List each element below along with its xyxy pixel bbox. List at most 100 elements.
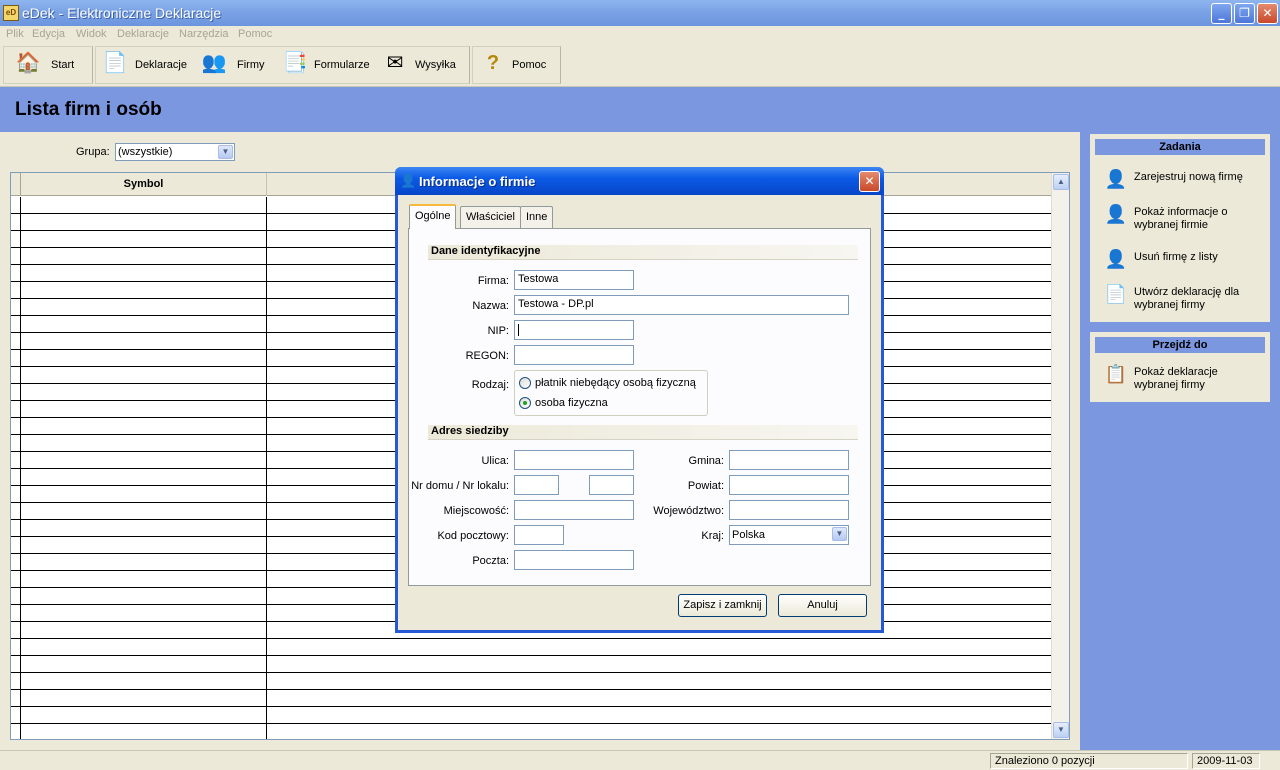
side-panel: Zadania 👤 Zarejestruj nową firmę 👤 Pokaż… xyxy=(1080,132,1280,750)
task-register-label: Zarejestruj nową firmę xyxy=(1134,171,1243,183)
tab-ogolne[interactable]: Ogólne xyxy=(409,204,457,229)
person-icon: 👤 xyxy=(400,173,417,188)
grupa-select[interactable]: (wszystkie) ▼ xyxy=(115,143,235,161)
close-window-button[interactable]: ✕ xyxy=(1257,3,1278,24)
radio-platnik-label[interactable]: płatnik niebędący osobą fizyczną xyxy=(535,377,696,389)
wojewodztwo-label: Województwo: xyxy=(653,505,724,517)
task-remove-label: Usuń firmę z listy xyxy=(1134,251,1218,263)
grupa-label: Grupa: xyxy=(76,146,110,158)
company-info-dialog: 👤 Informacje o firmie ✕ Ogólne Właścicie… xyxy=(395,167,884,633)
kraj-label: Kraj: xyxy=(701,530,724,542)
tasks-panel: Zadania 👤 Zarejestruj nową firmę 👤 Pokaż… xyxy=(1090,134,1270,322)
column-divider xyxy=(266,197,267,739)
wojewodztwo-field[interactable] xyxy=(729,500,849,520)
add-person-icon: 👤 xyxy=(1104,169,1128,189)
miejscowosc-field[interactable] xyxy=(514,500,634,520)
regon-field[interactable] xyxy=(514,345,634,365)
kod-label: Kod pocztowy: xyxy=(437,530,509,542)
tab-wlasciciel[interactable]: Właściciel xyxy=(460,206,521,228)
chevron-down-icon[interactable]: ▼ xyxy=(1053,722,1069,738)
status-date: 2009-11-03 xyxy=(1192,753,1260,769)
minimize-button[interactable]: _ xyxy=(1211,3,1232,24)
radio-circle[interactable] xyxy=(519,377,531,389)
chevron-up-icon[interactable]: ▲ xyxy=(1053,174,1069,190)
column-header-symbol[interactable]: Symbol xyxy=(21,173,267,196)
chevron-down-icon[interactable]: ▼ xyxy=(832,527,847,541)
cancel-button[interactable]: Anuluj xyxy=(778,594,867,617)
row-selector-divider xyxy=(20,197,21,739)
powiat-label: Powiat: xyxy=(687,480,724,492)
toolbar-start-label: Start xyxy=(51,59,75,71)
edit-person-icon: 👤 xyxy=(1104,204,1128,224)
toolbar-formularze-button[interactable]: 📑 Formularze xyxy=(282,50,372,78)
nr-label: Nr domu / Nr lokalu: xyxy=(411,480,509,492)
nazwa-field[interactable]: Testowa - DP.pl xyxy=(514,295,849,315)
menu-plik[interactable]: Plik xyxy=(6,28,24,40)
page-header: Lista firm i osób xyxy=(0,87,1280,132)
status-bar: Znaleziono 0 pozycji 2009-11-03 xyxy=(0,750,1280,770)
miejscowosc-label: Miejscowość: xyxy=(443,505,509,517)
ulica-label: Ulica: xyxy=(481,455,509,467)
rodzaj-label: Rodzaj: xyxy=(471,379,509,391)
menu-pomoc[interactable]: Pomoc xyxy=(238,28,272,40)
goto-panel: Przejdź do 📋 Pokaż deklaracje wybranej f… xyxy=(1090,332,1270,402)
kod-pocztowy-field[interactable] xyxy=(514,525,564,545)
nip-label: NIP: xyxy=(487,325,509,337)
nip-field[interactable] xyxy=(514,320,634,340)
gmina-field[interactable] xyxy=(729,450,849,470)
home-icon: 🏠 xyxy=(15,52,41,74)
tab-inne[interactable]: Inne xyxy=(520,206,554,228)
menu-edycja[interactable]: Edycja xyxy=(32,28,65,40)
save-and-close-button[interactable]: Zapisz i zamknij xyxy=(678,594,767,617)
poczta-field[interactable] xyxy=(514,550,634,570)
task-show-company-info[interactable]: 👤 Pokaż informacje o wybranej firmie xyxy=(1104,202,1264,232)
firma-field[interactable]: Testowa xyxy=(514,270,634,290)
people-icon: 👥 xyxy=(201,52,227,74)
kraj-select[interactable]: Polska ▼ xyxy=(729,525,849,545)
toolbar: 🏠 Start 📄 Deklaracje 👥 Firmy 📑 Formularz… xyxy=(0,44,1280,87)
dialog-title-bar: 👤 Informacje o firmie ✕ xyxy=(395,167,884,195)
dialog-close-button[interactable]: ✕ xyxy=(859,171,880,192)
document-list-icon: 📋 xyxy=(1104,364,1128,384)
remove-person-icon: 👤 xyxy=(1104,249,1128,269)
section-identification: Dane identyfikacyjne xyxy=(428,245,858,260)
grupa-select-value: (wszystkie) xyxy=(118,146,173,158)
radio-osoba-fizyczna-label[interactable]: osoba fizyczna xyxy=(535,397,608,409)
table-scrollbar[interactable]: ▲ ▼ xyxy=(1051,173,1069,739)
toolbar-start-button[interactable]: 🏠 Start xyxy=(15,50,85,78)
menu-narzedzia[interactable]: Narzędzia xyxy=(179,28,229,40)
ulica-field[interactable] xyxy=(514,450,634,470)
task-register-company[interactable]: 👤 Zarejestruj nową firmę xyxy=(1104,167,1264,195)
chevron-down-icon[interactable]: ▼ xyxy=(218,145,233,159)
rodzaj-radio-group: płatnik niebędący osobą fizyczną osoba f… xyxy=(514,370,708,416)
goto-show-declarations-label: Pokaż deklaracje wybranej firmy xyxy=(1134,366,1218,391)
toolbar-firmy-button[interactable]: 👥 Firmy xyxy=(201,50,271,78)
window-title: eDek - Elektroniczne Deklaracje xyxy=(22,5,222,21)
task-remove-company[interactable]: 👤 Usuń firmę z listy xyxy=(1104,247,1264,275)
goto-show-declarations[interactable]: 📋 Pokaż deklaracje wybranej firmy xyxy=(1104,362,1264,392)
toolbar-pomoc-label: Pomoc xyxy=(512,59,547,71)
menu-deklaracje[interactable]: Deklaracje xyxy=(117,28,169,40)
toolbar-wysylka-button[interactable]: ✉ Wysyłka xyxy=(382,50,462,78)
radio-circle-selected[interactable] xyxy=(519,397,531,409)
toolbar-pomoc-button[interactable]: ? Pomoc xyxy=(480,50,550,78)
row-selector-header xyxy=(11,173,21,196)
section-address: Adres siedziby xyxy=(428,425,858,440)
restore-button[interactable]: ❐ xyxy=(1234,3,1255,24)
envelope-icon: ✉ xyxy=(386,52,404,74)
nr-domu-field[interactable] xyxy=(514,475,559,495)
firma-label: Firma: xyxy=(477,275,509,287)
page-title: Lista firm i osób xyxy=(15,99,162,120)
app-icon: eD xyxy=(3,5,19,21)
goto-header: Przejdź do xyxy=(1095,337,1265,353)
powiat-field[interactable] xyxy=(729,475,849,495)
nr-lokalu-field[interactable] xyxy=(589,475,634,495)
gmina-label: Gmina: xyxy=(688,455,724,467)
toolbar-deklaracje-label: Deklaracje xyxy=(135,59,187,71)
menu-bar: Plik Edycja Widok Deklaracje Narzędzia P… xyxy=(0,26,1280,44)
task-create-declaration[interactable]: 📄 Utwórz deklarację dla wybranej firmy xyxy=(1104,282,1264,312)
poczta-label: Poczta: xyxy=(472,555,509,567)
toolbar-deklaracje-button[interactable]: 📄 Deklaracje xyxy=(102,50,192,78)
help-icon: ? xyxy=(486,52,500,74)
menu-widok[interactable]: Widok xyxy=(76,28,107,40)
